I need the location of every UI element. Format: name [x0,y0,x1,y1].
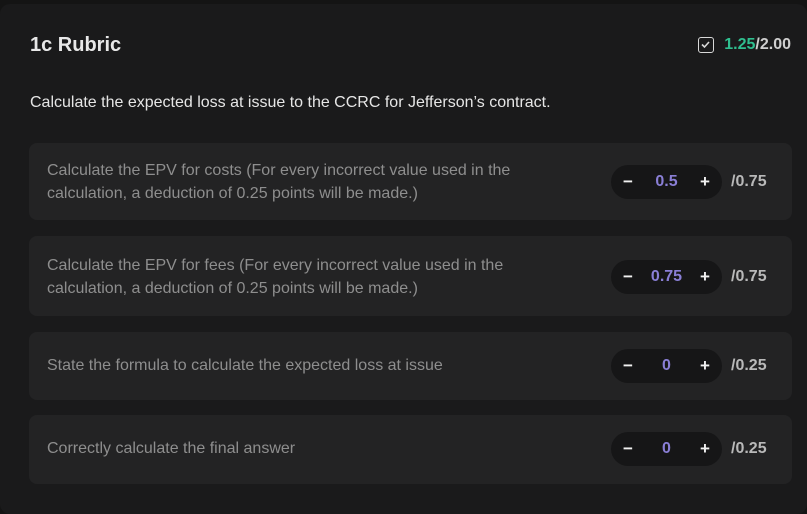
criterion-text-line: Calculate the EPV for costs (For every i… [47,162,511,179]
criterion-text-line: calculation, a deduction of 0.25 points … [47,185,418,202]
score-summary: 1.25 /2.00 [698,36,791,54]
max-score: /0.25 [731,440,767,457]
rubric-title: 1c Rubric [30,34,122,56]
criterion-text-line: State the formula to calculate the expec… [47,357,443,374]
score-value[interactable]: 0 [635,357,698,375]
max-score: /0.25 [731,357,767,374]
criterion-text-line: Correctly calculate the final answer [47,440,296,457]
max-score: /0.75 [731,173,767,190]
decrement-button[interactable]: − [621,267,635,287]
criterion-description: State the formula to calculate the expec… [47,354,587,377]
score-awarded: 1.25 [724,36,756,53]
criterion-text-line: calculation, a deduction of 0.25 points … [47,280,418,297]
criterion-card: State the formula to calculate the expec… [29,332,792,400]
decrement-button[interactable]: − [621,439,635,459]
increment-button[interactable]: + [698,172,712,192]
decrement-button[interactable]: − [621,172,635,192]
criterion-card: Calculate the EPV for costs (For every i… [29,143,792,220]
criterion-card: Correctly calculate the final answer − 0… [29,415,792,484]
criterion-card: Calculate the EPV for fees (For every in… [29,236,792,316]
criterion-text-line: Calculate the EPV for fees (For every in… [47,257,504,274]
criterion-description: Calculate the EPV for costs (For every i… [47,159,587,205]
max-score: /0.75 [731,268,767,285]
criterion-description: Correctly calculate the final answer [47,437,587,460]
decrement-button[interactable]: − [621,356,635,376]
score-value[interactable]: 0.75 [635,268,698,286]
increment-button[interactable]: + [698,267,712,287]
increment-button[interactable]: + [698,356,712,376]
score-stepper: − 0.75 + [611,260,722,294]
question-text: Calculate the expected loss at issue to … [30,94,551,111]
score-total: /2.00 [755,36,791,53]
score-value[interactable]: 0.5 [635,173,698,191]
checkbox-check-icon [698,37,715,53]
criterion-description: Calculate the EPV for fees (For every in… [47,254,587,300]
score-value[interactable]: 0 [635,440,698,458]
rubric-panel: 1c Rubric 1.25 /2.00 Calculate the expec… [0,4,807,514]
score-stepper: − 0 + [611,432,722,466]
increment-button[interactable]: + [698,439,712,459]
score-stepper: − 0.5 + [611,165,722,199]
score-stepper: − 0 + [611,349,722,383]
